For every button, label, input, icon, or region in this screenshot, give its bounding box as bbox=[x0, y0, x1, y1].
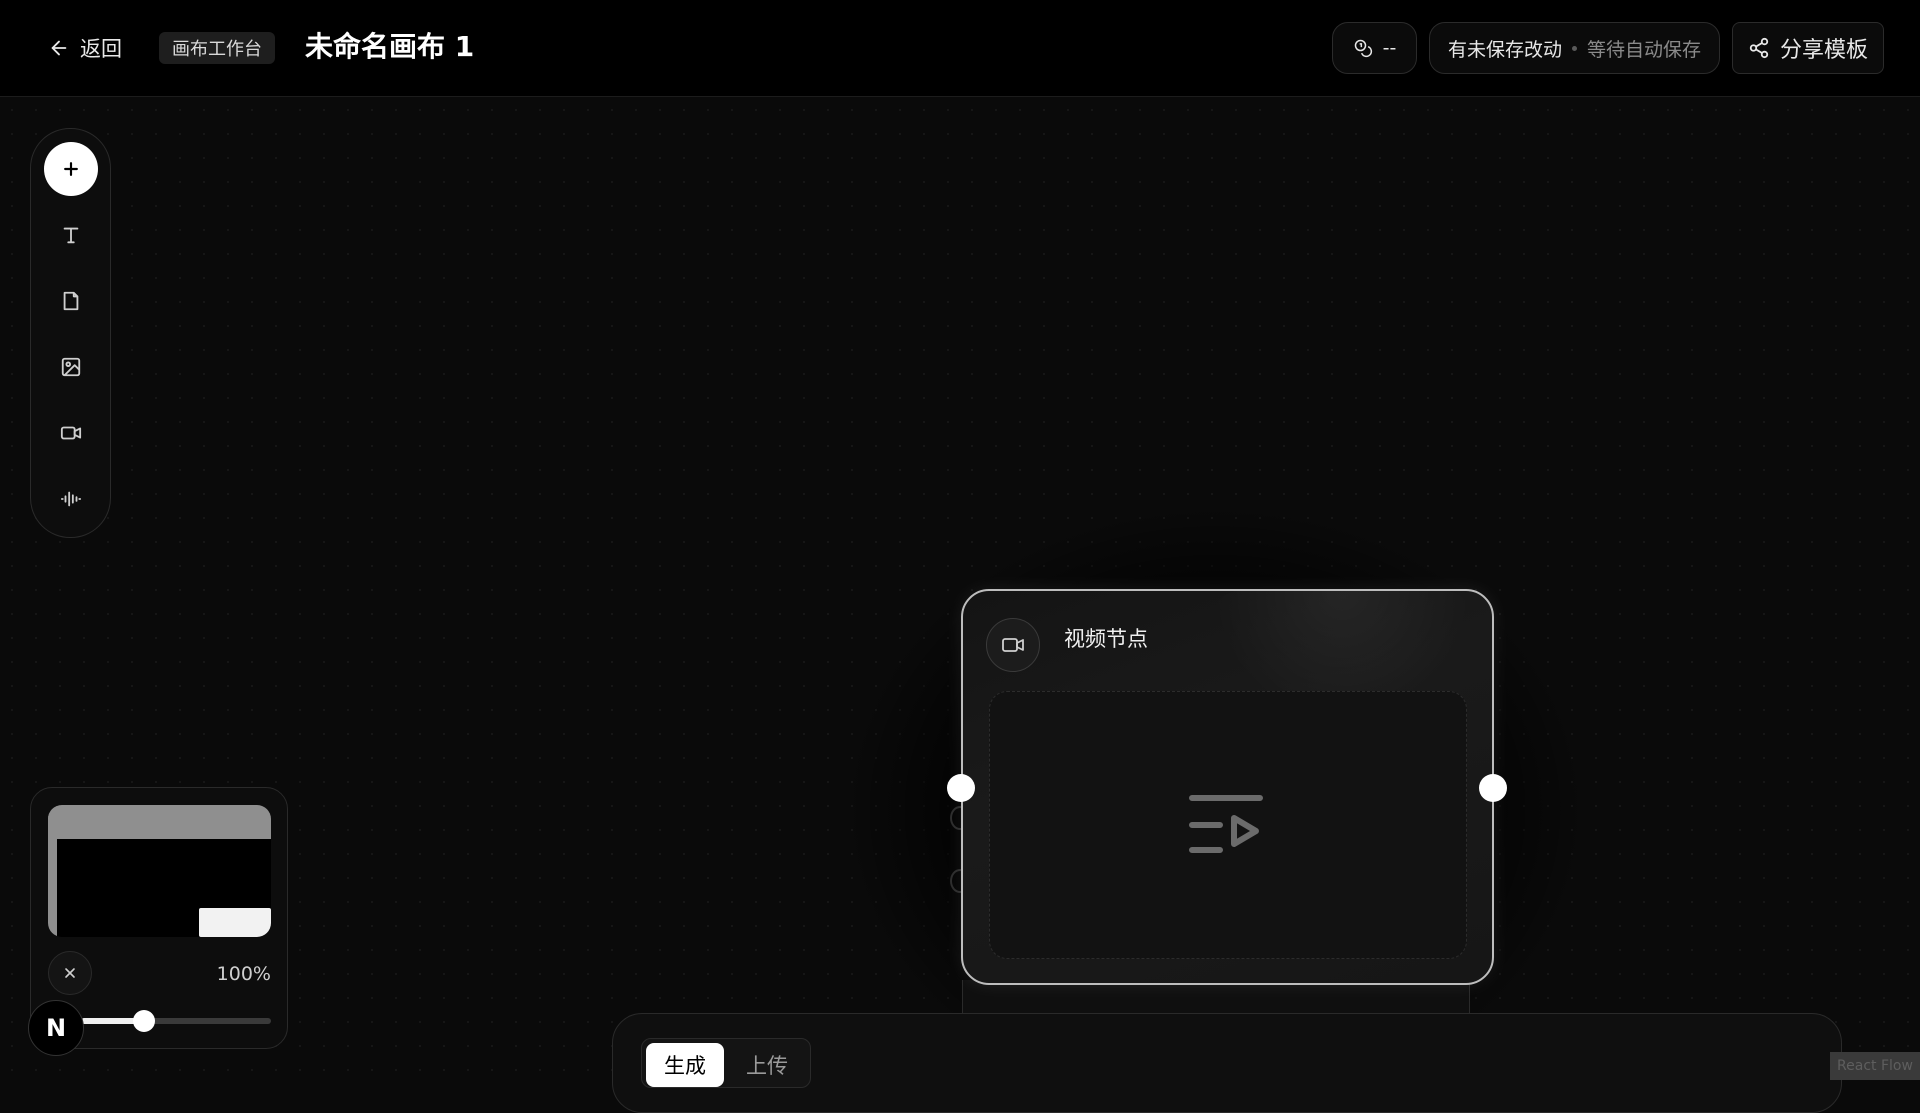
save-status-text: 有未保存改动 bbox=[1448, 35, 1562, 62]
back-label: 返回 bbox=[80, 33, 122, 63]
plus-icon bbox=[61, 159, 81, 179]
add-image-button[interactable] bbox=[44, 340, 98, 394]
node-title: 视频节点 bbox=[1064, 623, 1148, 653]
add-video-button[interactable] bbox=[44, 406, 98, 460]
autosave-status-text: 等待自动保存 bbox=[1587, 35, 1701, 62]
zoom-level: 100% bbox=[217, 963, 271, 985]
node-input-handle[interactable] bbox=[947, 774, 975, 802]
minimap[interactable] bbox=[48, 805, 271, 937]
video-icon bbox=[60, 422, 82, 444]
minimap-viewport-mask bbox=[48, 805, 57, 937]
close-minimap-button[interactable] bbox=[48, 951, 92, 995]
share-icon bbox=[1748, 37, 1770, 59]
add-document-button[interactable] bbox=[44, 274, 98, 328]
share-label: 分享模板 bbox=[1780, 32, 1868, 64]
left-toolbar bbox=[30, 128, 111, 538]
arrow-left-icon bbox=[48, 37, 70, 59]
audio-wave-icon bbox=[60, 488, 82, 510]
top-header: 返回 画布工作台 未命名画布 1 -- 有未保存改动 等待自动保存 分享模板 bbox=[0, 0, 1920, 97]
text-icon bbox=[60, 224, 82, 246]
add-node-button[interactable] bbox=[44, 142, 98, 196]
credits-button[interactable]: -- bbox=[1332, 22, 1417, 74]
status-dot bbox=[1572, 46, 1577, 51]
zoom-slider-thumb[interactable] bbox=[133, 1010, 155, 1032]
image-icon bbox=[60, 356, 82, 378]
add-audio-button[interactable] bbox=[44, 472, 98, 526]
minimap-node bbox=[199, 908, 271, 937]
page-title[interactable]: 未命名画布 1 bbox=[305, 26, 474, 68]
share-template-button[interactable]: 分享模板 bbox=[1732, 22, 1884, 74]
video-preview-area[interactable] bbox=[989, 691, 1467, 959]
react-flow-attribution[interactable]: React Flow bbox=[1830, 1052, 1920, 1080]
video-node[interactable]: 视频节点 bbox=[961, 589, 1494, 985]
mode-tabs: 生成 上传 bbox=[641, 1038, 811, 1088]
n-logo-badge[interactable]: N bbox=[28, 1000, 84, 1056]
header-actions: -- 有未保存改动 等待自动保存 分享模板 bbox=[1332, 22, 1884, 74]
workspace-badge: 画布工作台 bbox=[159, 32, 275, 64]
credits-value: -- bbox=[1383, 37, 1397, 59]
node-output-handle[interactable] bbox=[1479, 774, 1507, 802]
tab-generate[interactable]: 生成 bbox=[646, 1043, 724, 1087]
file-icon bbox=[60, 290, 82, 312]
add-text-button[interactable] bbox=[44, 208, 98, 262]
playlist-play-icon bbox=[1188, 792, 1268, 858]
node-type-icon bbox=[986, 618, 1040, 672]
close-icon bbox=[62, 965, 78, 981]
save-status: 有未保存改动 等待自动保存 bbox=[1429, 22, 1720, 74]
back-button[interactable]: 返回 bbox=[48, 30, 122, 66]
minimap-viewport-mask bbox=[48, 805, 271, 839]
coins-icon bbox=[1353, 38, 1373, 58]
video-icon bbox=[1001, 633, 1025, 657]
generation-panel: 生成 上传 bbox=[612, 1013, 1842, 1113]
tab-upload[interactable]: 上传 bbox=[728, 1043, 806, 1087]
